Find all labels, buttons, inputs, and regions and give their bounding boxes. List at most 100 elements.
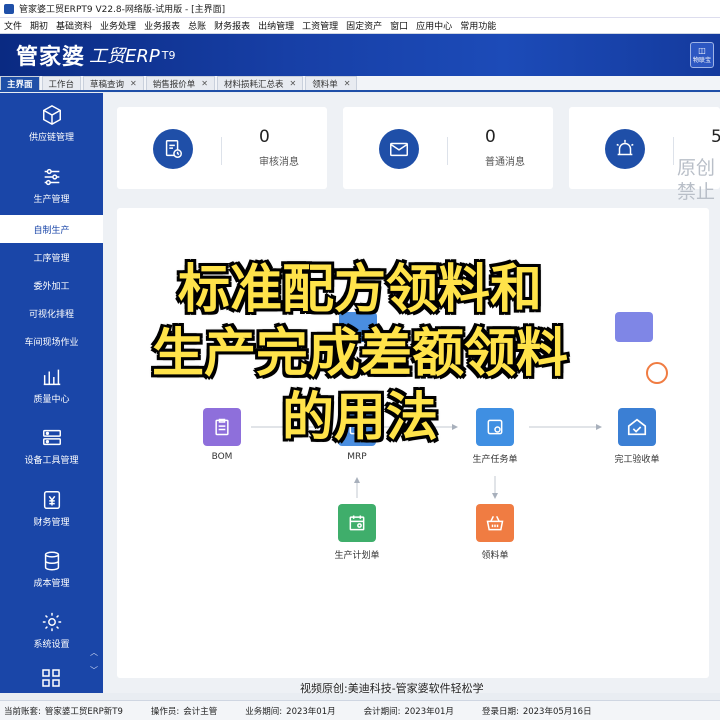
card-count: 0: [485, 127, 496, 147]
tab-label: 主界面: [7, 79, 33, 90]
database-icon: [44, 551, 59, 570]
close-icon[interactable]: ✕: [130, 79, 137, 88]
flow-node-label: 生产计划单: [334, 551, 380, 561]
menu-cashier[interactable]: 出纳管理: [258, 19, 294, 32]
sidebar-sub-label: 委外加工: [33, 281, 70, 292]
task-icon: [476, 408, 514, 446]
status-value: 2023年01月: [286, 706, 336, 717]
chevron-up-icon[interactable]: ︿: [88, 647, 100, 658]
status-label: 会计期间:: [363, 706, 401, 717]
sidebar-sub-scheduling[interactable]: 可视化排程: [0, 299, 103, 327]
menu-business-reports[interactable]: 业务报表: [144, 19, 180, 32]
sidebar-item-label: 质量中心: [33, 394, 70, 405]
sidebar-sub-process[interactable]: 工序管理: [0, 243, 103, 271]
grid-icon[interactable]: [41, 668, 61, 688]
iot-label: 物联宝: [692, 57, 711, 64]
menu-business[interactable]: 业务处理: [100, 19, 136, 32]
menu-app-center[interactable]: 应用中心: [416, 19, 452, 32]
sidebar: 供应链管理 生产管理 自制生产 工序管理 委外加工 可视化排程 车间现场作业 质…: [0, 93, 103, 693]
sidebar-item-label: 生产管理: [33, 194, 70, 205]
flow-node-task[interactable]: 生产任务单: [463, 408, 527, 465]
iot-button[interactable]: ◫ 物联宝: [690, 42, 714, 68]
status-label: 登录日期:: [481, 706, 519, 717]
menu-ledger[interactable]: 总账: [188, 19, 206, 32]
flow-node-pick[interactable]: 领料单: [476, 504, 514, 561]
flow-node-plan[interactable]: 生产计划单: [325, 504, 389, 561]
menu-opening[interactable]: 期初: [30, 19, 48, 32]
close-icon[interactable]: ✕: [289, 79, 296, 88]
sidebar-item-supply-chain[interactable]: 供应链管理: [0, 93, 103, 153]
equipment-icon: [42, 429, 61, 445]
sidebar-sub-self-production[interactable]: 自制生产: [0, 215, 103, 243]
tab-material-loss[interactable]: 材料损耗汇总表 ✕: [216, 76, 304, 90]
sidebar-item-label: 成本管理: [33, 578, 70, 589]
flow-node-bom[interactable]: BOM: [203, 408, 241, 462]
tab-draft-query[interactable]: 草稿查询 ✕: [83, 76, 144, 90]
flow-node-label: MRP: [347, 452, 367, 462]
status-value: 2023年05月16日: [522, 706, 592, 717]
menu-item-label: 工资管理: [302, 22, 339, 32]
finance-icon: [43, 490, 60, 509]
cube-icon: [42, 104, 61, 125]
menu-financial-reports[interactable]: 财务报表: [214, 19, 250, 32]
card-divider: [673, 137, 674, 165]
sidebar-item-finance[interactable]: 财务管理: [0, 477, 103, 539]
video-caption: 视频原创:美迪科技-管家婆软件轻松学: [300, 682, 484, 695]
tab-bar: 主界面 工作台 草稿查询 ✕ 销售报价单 ✕ 材料损耗汇总表 ✕ 领料单 ✕: [0, 76, 720, 92]
house-check-icon: [618, 408, 656, 446]
sidebar-sub-label: 工序管理: [33, 253, 70, 264]
tab-sales-quote[interactable]: 销售报价单 ✕: [145, 76, 215, 90]
sidebar-sub-outsourcing[interactable]: 委外加工: [0, 271, 103, 299]
menu-item-label: 基础资料: [56, 22, 93, 32]
sidebar-item-label: 供应链管理: [28, 132, 74, 143]
window-title: 管家婆工贸ERPT9 V22.8-网络版-试用版 - [主界面]: [19, 5, 226, 15]
menu-item-label: 固定资产: [346, 22, 383, 32]
status-label: 业务期间:: [245, 706, 283, 717]
sidebar-item-quality[interactable]: 质量中心: [0, 355, 103, 415]
tab-workbench[interactable]: 工作台: [41, 76, 82, 90]
tab-label: 领料单: [312, 79, 338, 90]
chart-icon: [43, 369, 60, 385]
close-icon[interactable]: ✕: [344, 79, 351, 88]
message-card-audit[interactable]: 0 审核消息: [117, 107, 327, 189]
tab-label: 销售报价单: [152, 79, 196, 90]
close-icon[interactable]: ✕: [201, 79, 208, 88]
mrp-icon: [338, 408, 376, 446]
app-window: 管家婆工贸ERPT9 V22.8-网络版-试用版 - [主界面] 文件 期初 基…: [0, 0, 720, 720]
basket-icon: [476, 504, 514, 542]
tab-picking-order[interactable]: 领料单 ✕: [305, 76, 358, 90]
flow-node-mrp[interactable]: MRP: [338, 408, 376, 462]
sidebar-item-label: 系统设置: [33, 639, 70, 650]
brand-version: T9: [161, 48, 176, 62]
flow-panel: BOM MRP 生产任务单 完工验收单 生产计划单 领料单: [117, 208, 709, 678]
card-divider: [221, 137, 222, 165]
chevron-down-icon[interactable]: ﹀: [88, 665, 100, 676]
card-count: 0: [259, 127, 270, 147]
menu-fixed-assets[interactable]: 固定资产: [346, 19, 382, 32]
menu-common[interactable]: 常用功能: [460, 19, 496, 32]
gear-icon: [42, 612, 61, 631]
menu-payroll[interactable]: 工资管理: [302, 19, 338, 32]
flow-node-finish[interactable]: 完工验收单: [605, 408, 669, 465]
flow-node-label: BOM: [211, 452, 233, 462]
sidebar-item-equipment[interactable]: 设备工具管理: [0, 415, 103, 477]
menu-item-label: 窗口: [390, 22, 409, 32]
menu-window[interactable]: 窗口: [390, 19, 408, 32]
tab-main[interactable]: 主界面: [0, 76, 40, 90]
sidebar-item-cost[interactable]: 成本管理: [0, 539, 103, 599]
brand-product: 工贸ERP: [89, 46, 160, 67]
mail-icon: [379, 129, 419, 169]
sidebar-sub-shopfloor[interactable]: 车间现场作业: [0, 327, 103, 355]
alarm-icon: [605, 129, 645, 169]
status-value: 2023年01月: [404, 706, 454, 717]
clipboard-icon: [203, 408, 241, 446]
menu-basic-data[interactable]: 基础资料: [56, 19, 92, 32]
sidebar-sub-label: 可视化排程: [28, 309, 74, 320]
message-card-normal[interactable]: 0 普通消息: [343, 107, 553, 189]
menu-item-label: 财务报表: [214, 22, 251, 32]
menu-file[interactable]: 文件: [4, 19, 22, 32]
watermark-line: 禁止: [677, 181, 716, 203]
tab-label: 工作台: [48, 79, 75, 90]
sidebar-item-production[interactable]: 生产管理: [0, 155, 103, 215]
sidebar-item-label: 财务管理: [33, 517, 70, 528]
